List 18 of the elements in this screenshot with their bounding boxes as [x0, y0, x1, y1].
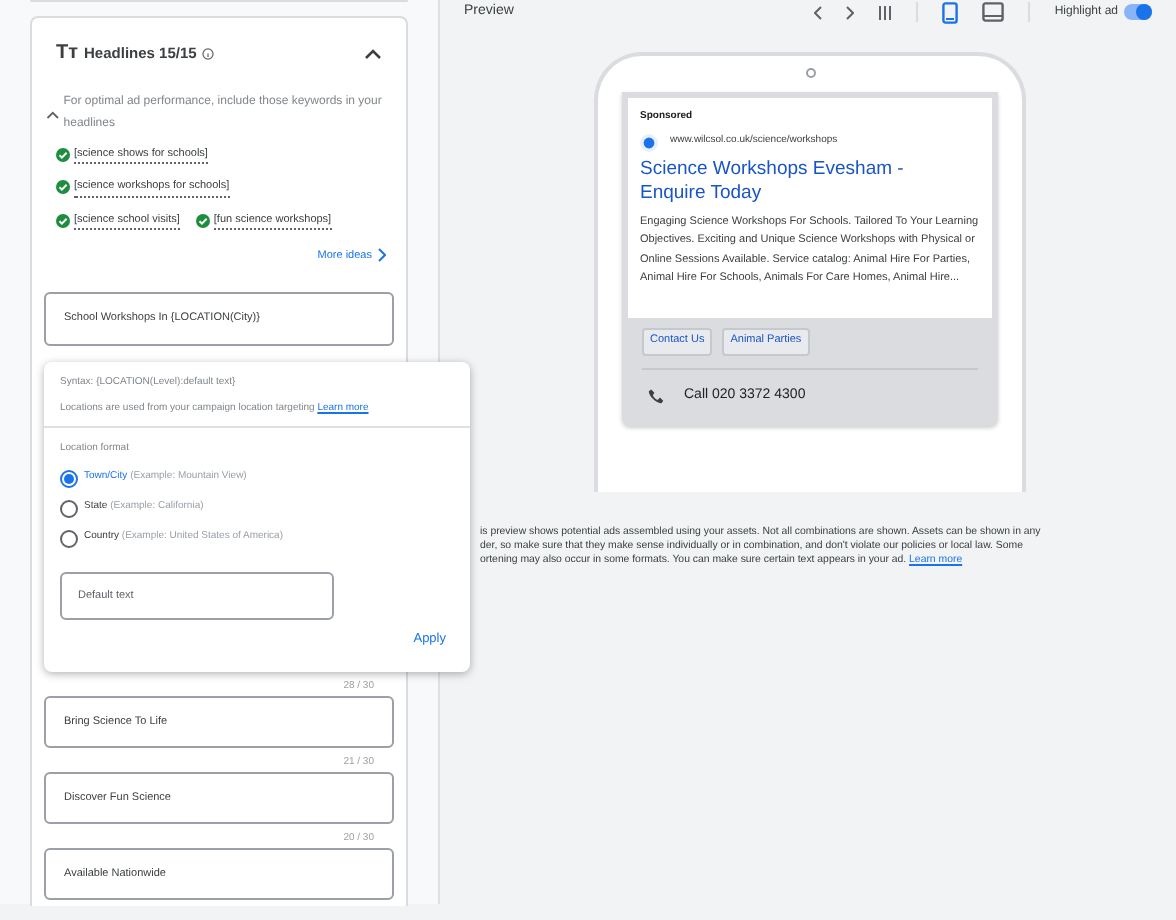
globe-icon: [640, 133, 658, 151]
chevron-up-icon[interactable]: [46, 109, 60, 119]
phone-icon[interactable]: [942, 1, 959, 23]
ad-headline[interactable]: Science Workshops Evesham - Enquire Today: [640, 157, 940, 205]
collapse-button[interactable]: [364, 47, 382, 59]
monitor-icon[interactable]: [982, 2, 1005, 22]
columns-icon[interactable]: [878, 5, 893, 19]
info-icon: [202, 47, 215, 59]
chevron-right-icon[interactable]: [846, 5, 855, 19]
text-size-icon: Tт: [56, 38, 79, 68]
toggle-switch[interactable]: [1124, 4, 1152, 20]
chevron-right-icon: [378, 248, 386, 263]
camera-icon: [805, 68, 815, 78]
radio-button[interactable]: [60, 499, 78, 517]
radio-button[interactable]: [60, 529, 78, 547]
phone-icon: [648, 387, 664, 404]
radio-button[interactable]: [60, 469, 78, 487]
chevron-left-icon[interactable]: [814, 5, 823, 19]
